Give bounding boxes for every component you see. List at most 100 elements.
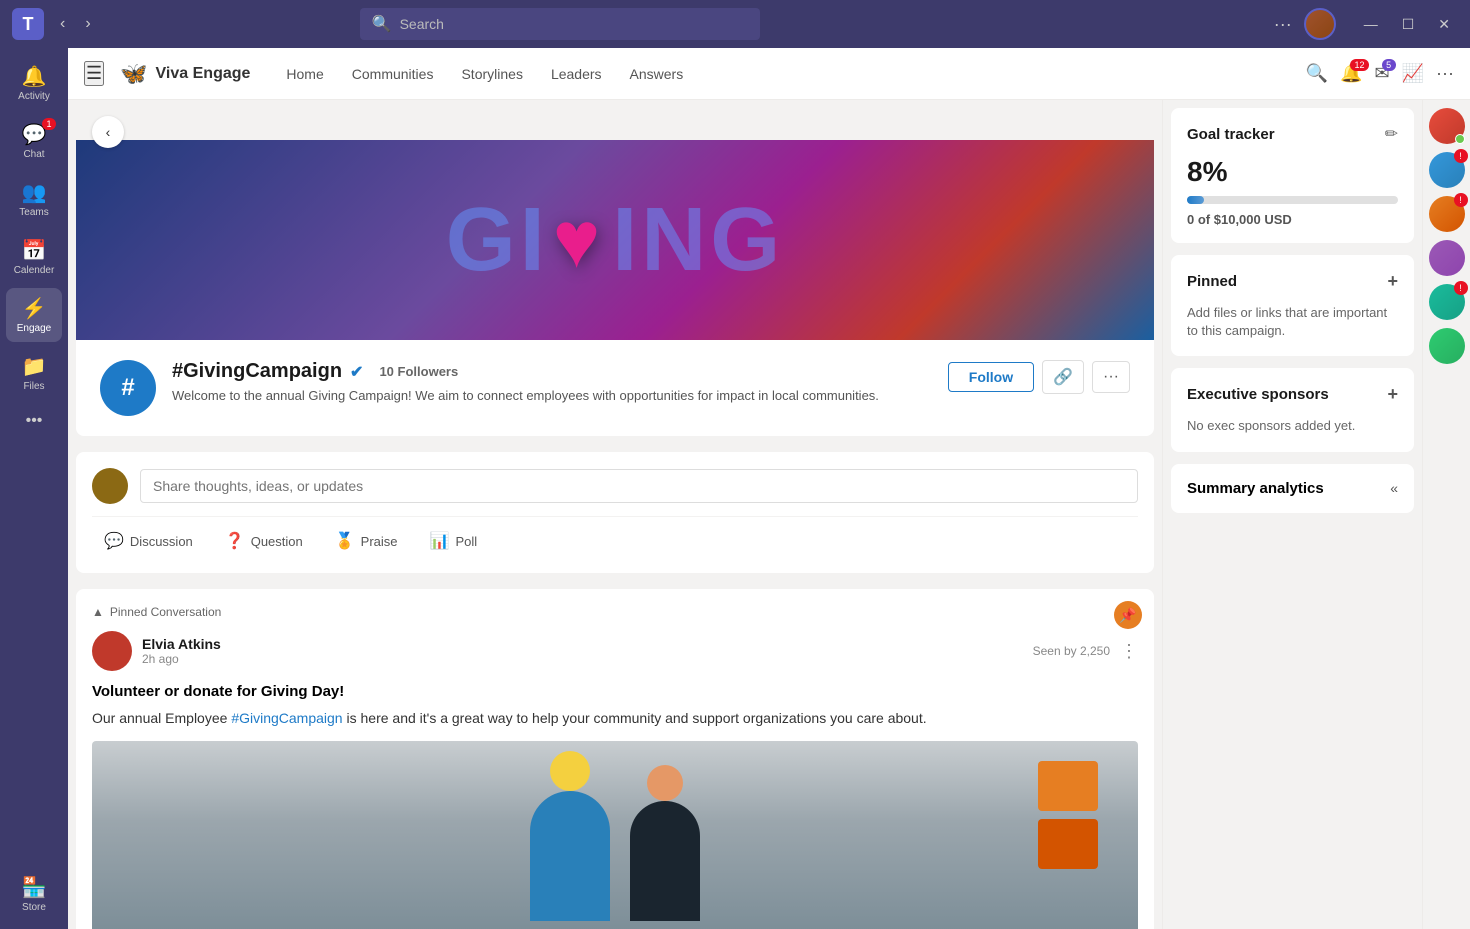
banner-heart-icon: ♥ bbox=[553, 194, 609, 286]
composer-input[interactable] bbox=[140, 469, 1138, 503]
nav-answers[interactable]: Answers bbox=[618, 60, 696, 88]
community-name: #GivingCampaign ✔ 10 Followers bbox=[172, 360, 932, 383]
pinned-badge: 📌 bbox=[1114, 601, 1142, 629]
sidebar-item-calendar[interactable]: 📅 Calender bbox=[6, 230, 62, 284]
teams-icon: 👥 bbox=[22, 180, 47, 205]
messages-badge: 5 bbox=[1382, 59, 1396, 71]
engage-icon: ⚡ bbox=[22, 296, 47, 321]
sidebar-item-files[interactable]: 📁 Files bbox=[6, 346, 62, 400]
online-indicator-1 bbox=[1455, 134, 1465, 144]
exec-sponsors-add-button[interactable]: + bbox=[1387, 384, 1398, 405]
post-seen-count: Seen by 2,250 bbox=[1033, 644, 1110, 658]
nav-communities[interactable]: Communities bbox=[340, 60, 446, 88]
discussion-button[interactable]: 💬 Discussion bbox=[92, 525, 205, 557]
forward-nav-button[interactable]: › bbox=[77, 11, 98, 37]
sidebar-item-teams[interactable]: 👥 Teams bbox=[6, 172, 62, 226]
brand: 🦋 Viva Engage bbox=[120, 61, 250, 87]
summary-collapse-button[interactable]: « bbox=[1390, 480, 1398, 496]
more-dots-icon: ••• bbox=[26, 412, 43, 429]
files-icon: 📁 bbox=[22, 354, 47, 379]
titlebar-more-icon[interactable]: ··· bbox=[1274, 14, 1292, 35]
title-bar-right: ··· — ☐ ✕ bbox=[1274, 8, 1458, 40]
teams-sidebar: 🔔 Activity 💬 1 Chat 👥 Teams 📅 Calender ⚡… bbox=[0, 48, 68, 929]
sidebar-item-activity[interactable]: 🔔 Activity bbox=[6, 56, 62, 110]
pinned-add-button[interactable]: + bbox=[1387, 271, 1398, 292]
top-nav: ☰ 🦋 Viva Engage Home Communities Storyli… bbox=[68, 48, 1470, 100]
sidebar-item-chat[interactable]: 💬 1 Chat bbox=[6, 114, 62, 168]
sidebar-item-store[interactable]: 🏪 Store bbox=[6, 867, 62, 921]
topnav-search-icon[interactable]: 🔍 bbox=[1306, 63, 1328, 84]
brand-name: Viva Engage bbox=[156, 65, 251, 83]
topnav-more-icon[interactable]: ··· bbox=[1436, 63, 1454, 84]
pinned-header: ▲ Pinned Conversation bbox=[92, 605, 1138, 619]
maximize-button[interactable]: ☐ bbox=[1394, 12, 1423, 37]
minimize-button[interactable]: — bbox=[1356, 12, 1386, 37]
topnav-notifications-icon[interactable]: 🔔 12 bbox=[1340, 63, 1362, 84]
hamburger-button[interactable]: ☰ bbox=[84, 61, 104, 86]
follow-button[interactable]: Follow bbox=[948, 362, 1034, 392]
banner-gi: GI bbox=[446, 189, 549, 292]
search-input[interactable] bbox=[400, 16, 748, 32]
notifications-badge: 12 bbox=[1350, 59, 1368, 71]
goal-total-label: of bbox=[1198, 212, 1214, 227]
community-followers: 10 Followers bbox=[379, 364, 458, 379]
sidebar-item-engage[interactable]: ⚡ Engage bbox=[6, 288, 62, 342]
pinned-post-card: 📌 ▲ Pinned Conversation Elvia Atkins 2h … bbox=[76, 589, 1154, 929]
post-time: 2h ago bbox=[142, 652, 221, 666]
poll-label: Poll bbox=[455, 534, 477, 549]
discussion-label: Discussion bbox=[130, 534, 193, 549]
pinned-card: Pinned + Add files or links that are imp… bbox=[1171, 255, 1414, 356]
post-title: Volunteer or donate for Giving Day! bbox=[92, 683, 1138, 700]
post-composer: 💬 Discussion ❓ Question 🏅 Praise 📊 bbox=[76, 452, 1154, 573]
poll-icon: 📊 bbox=[430, 531, 450, 551]
goal-tracker-card: Goal tracker ✏ 8% 0 of $10,000 USD bbox=[1171, 108, 1414, 243]
viva-engage-logo: 🦋 bbox=[120, 61, 147, 87]
topnav-analytics-icon[interactable]: 📈 bbox=[1402, 63, 1424, 84]
banner-text: GI ♥ ING bbox=[446, 189, 785, 292]
panel-avatar-2[interactable]: ! bbox=[1429, 152, 1465, 188]
question-button[interactable]: ❓ Question bbox=[213, 525, 315, 557]
poll-button[interactable]: 📊 Poll bbox=[418, 525, 490, 557]
calendar-icon: 📅 bbox=[22, 238, 47, 263]
nav-storylines[interactable]: Storylines bbox=[449, 60, 534, 88]
user-avatar-titlebar[interactable] bbox=[1304, 8, 1336, 40]
post-author-info: Elvia Atkins 2h ago bbox=[142, 636, 221, 666]
post-hashtag-link[interactable]: #GivingCampaign bbox=[231, 710, 342, 726]
exec-sponsors-title: Executive sponsors bbox=[1187, 386, 1329, 403]
topnav-messages-icon[interactable]: ✉ 5 bbox=[1375, 63, 1390, 84]
panel-avatar-4[interactable] bbox=[1429, 240, 1465, 276]
question-label: Question bbox=[251, 534, 303, 549]
more-options-button[interactable]: ··· bbox=[1092, 361, 1130, 393]
share-link-button[interactable]: 🔗 bbox=[1042, 360, 1084, 394]
sidebar-label-chat: Chat bbox=[23, 149, 44, 160]
exec-sponsors-description: No exec sponsors added yet. bbox=[1187, 417, 1398, 435]
pinned-card-header: Pinned + bbox=[1187, 271, 1398, 292]
panel-avatar-3[interactable]: ! bbox=[1429, 196, 1465, 232]
main-content: ☰ 🦋 Viva Engage Home Communities Storyli… bbox=[68, 48, 1470, 929]
goal-tracker-title: Goal tracker bbox=[1187, 126, 1275, 143]
panel-avatar-5[interactable]: ! bbox=[1429, 284, 1465, 320]
close-button[interactable]: ✕ bbox=[1430, 12, 1458, 37]
nav-home[interactable]: Home bbox=[274, 60, 335, 88]
praise-button[interactable]: 🏅 Praise bbox=[323, 525, 410, 557]
app-layout: 🔔 Activity 💬 1 Chat 👥 Teams 📅 Calender ⚡… bbox=[0, 48, 1470, 929]
panel-avatar-6[interactable] bbox=[1429, 328, 1465, 364]
panel-avatar-1[interactable] bbox=[1429, 108, 1465, 144]
goal-progress-fill bbox=[1187, 196, 1204, 204]
discussion-icon: 💬 bbox=[104, 531, 124, 551]
followers-count: 10 bbox=[379, 364, 393, 379]
pinned-card-title: Pinned bbox=[1187, 273, 1237, 290]
sidebar-label-store: Store bbox=[22, 902, 46, 913]
summary-analytics-title: Summary analytics bbox=[1187, 480, 1324, 497]
post-image bbox=[92, 741, 1138, 929]
post-menu-button[interactable]: ⋮ bbox=[1120, 641, 1138, 662]
pinned-card-description: Add files or links that are important to… bbox=[1187, 304, 1398, 340]
goal-tracker-edit-icon[interactable]: ✏ bbox=[1385, 124, 1398, 144]
sidebar-more-button[interactable]: ••• bbox=[26, 404, 43, 438]
back-button[interactable]: ‹ bbox=[92, 116, 124, 148]
question-icon: ❓ bbox=[225, 531, 245, 551]
right-sidebar: Goal tracker ✏ 8% 0 of $10,000 USD bbox=[1162, 100, 1422, 929]
back-nav-button[interactable]: ‹ bbox=[52, 11, 73, 37]
global-search-bar[interactable]: 🔍 bbox=[360, 8, 760, 40]
nav-leaders[interactable]: Leaders bbox=[539, 60, 614, 88]
